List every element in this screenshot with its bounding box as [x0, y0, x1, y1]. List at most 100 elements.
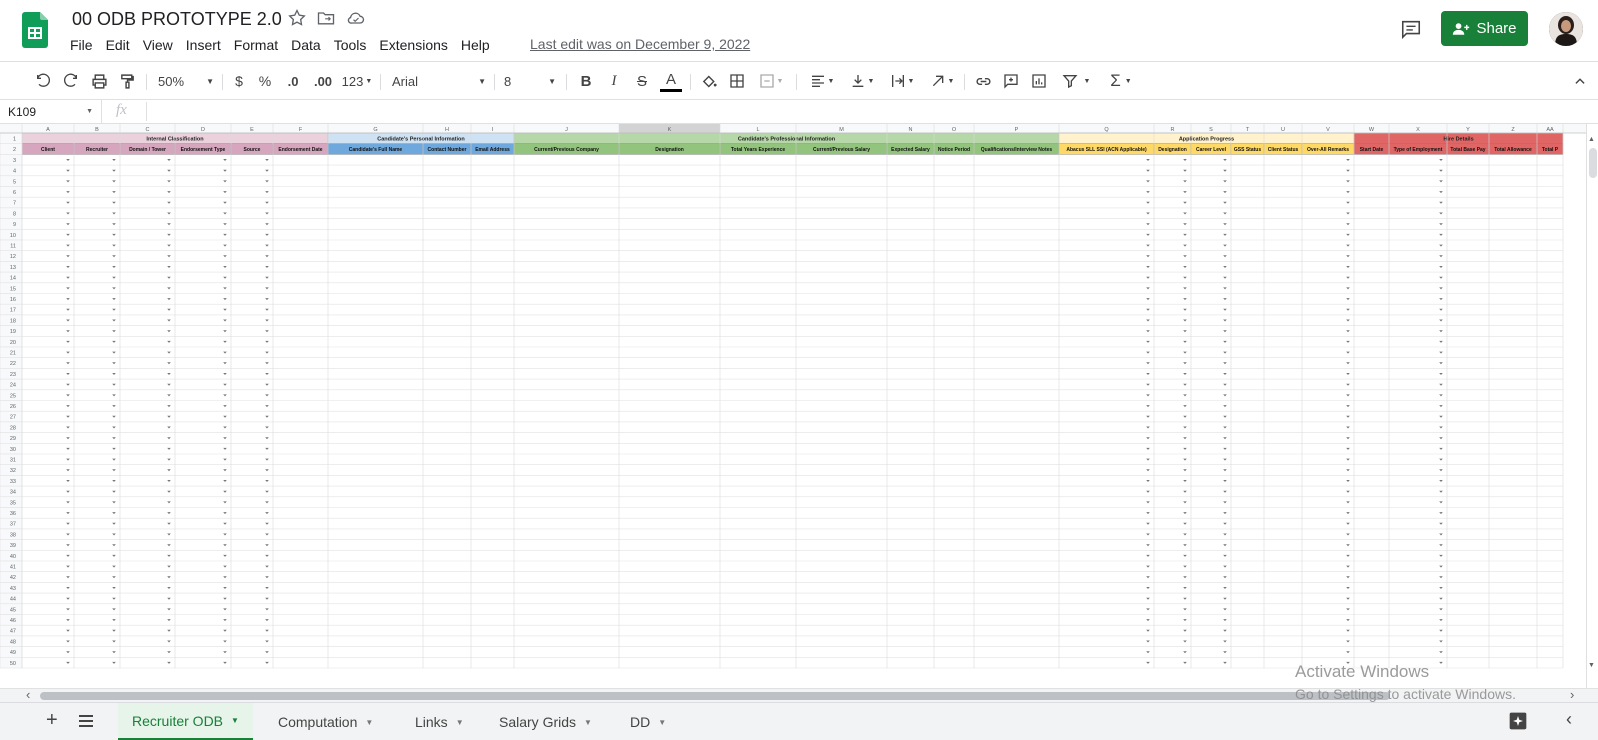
cell-dropdown-icon[interactable]: [1346, 287, 1350, 290]
cell-dropdown-icon[interactable]: [1146, 661, 1150, 664]
cell-dropdown-icon[interactable]: [1346, 437, 1350, 440]
cell-dropdown-icon[interactable]: [1183, 501, 1187, 504]
cell-dropdown-icon[interactable]: [167, 308, 171, 311]
cell-dropdown-icon[interactable]: [1223, 244, 1227, 247]
cell-dropdown-icon[interactable]: [1439, 565, 1443, 568]
cell-dropdown-icon[interactable]: [265, 458, 269, 461]
undo-icon[interactable]: [32, 70, 54, 92]
cell-dropdown-icon[interactable]: [167, 597, 171, 600]
decrease-decimal-button[interactable]: .0: [282, 70, 304, 92]
cell-dropdown-icon[interactable]: [1146, 426, 1150, 429]
strikethrough-icon[interactable]: S: [632, 70, 652, 92]
cell-dropdown-icon[interactable]: [223, 383, 227, 386]
cell-dropdown-icon[interactable]: [1146, 640, 1150, 643]
text-rotation-icon[interactable]: ▼: [926, 70, 958, 92]
cell-dropdown-icon[interactable]: [167, 458, 171, 461]
cell-dropdown-icon[interactable]: [223, 447, 227, 450]
cell-dropdown-icon[interactable]: [1183, 394, 1187, 397]
cell-dropdown-icon[interactable]: [66, 351, 70, 354]
cell-dropdown-icon[interactable]: [66, 373, 70, 375]
cell-dropdown-icon[interactable]: [1223, 554, 1227, 557]
cell-dropdown-icon[interactable]: [112, 255, 116, 258]
cell-dropdown-icon[interactable]: [1146, 191, 1150, 194]
cell-dropdown-icon[interactable]: [66, 362, 70, 365]
cell-dropdown-icon[interactable]: [1439, 629, 1443, 632]
cell-dropdown-icon[interactable]: [1346, 458, 1350, 461]
cell-dropdown-icon[interactable]: [265, 169, 269, 172]
cell-dropdown-icon[interactable]: [1346, 576, 1350, 579]
cell-dropdown-icon[interactable]: [223, 362, 227, 365]
cell-dropdown-icon[interactable]: [167, 576, 171, 579]
cell-dropdown-icon[interactable]: [1223, 169, 1227, 172]
cell-dropdown-icon[interactable]: [66, 651, 70, 654]
cell-dropdown-icon[interactable]: [223, 597, 227, 600]
collapse-toolbar-icon[interactable]: [1570, 70, 1590, 92]
cell-dropdown-icon[interactable]: [1346, 373, 1350, 375]
cell-dropdown-icon[interactable]: [223, 223, 227, 226]
cell-dropdown-icon[interactable]: [1346, 447, 1350, 450]
cell-dropdown-icon[interactable]: [1223, 223, 1227, 226]
cell-dropdown-icon[interactable]: [66, 415, 70, 418]
cell-dropdown-icon[interactable]: [265, 576, 269, 579]
cell-dropdown-icon[interactable]: [1346, 587, 1350, 589]
explore-icon[interactable]: [1508, 711, 1528, 736]
cell-dropdown-icon[interactable]: [1146, 651, 1150, 654]
cell-dropdown-icon[interactable]: [1146, 405, 1150, 408]
cell-dropdown-icon[interactable]: [1346, 554, 1350, 557]
bold-icon[interactable]: B: [576, 70, 596, 92]
cell-dropdown-icon[interactable]: [1439, 351, 1443, 354]
cell-dropdown-icon[interactable]: [112, 587, 116, 589]
cell-dropdown-icon[interactable]: [223, 191, 227, 194]
tab-salary-grids[interactable]: Salary Grids ▼: [485, 703, 606, 740]
cell-dropdown-icon[interactable]: [1183, 554, 1187, 557]
cell-dropdown-icon[interactable]: [66, 244, 70, 247]
cell-dropdown-icon[interactable]: [1183, 340, 1187, 343]
cell-dropdown-icon[interactable]: [223, 169, 227, 172]
cell-dropdown-icon[interactable]: [1183, 319, 1187, 322]
cell-dropdown-icon[interactable]: [1223, 565, 1227, 568]
cell-dropdown-icon[interactable]: [112, 469, 116, 472]
insert-link-icon[interactable]: [972, 70, 994, 92]
cell-dropdown-icon[interactable]: [167, 201, 171, 204]
cell-dropdown-icon[interactable]: [265, 426, 269, 429]
cell-dropdown-icon[interactable]: [1223, 308, 1227, 311]
cell-dropdown-icon[interactable]: [223, 180, 227, 183]
cell-dropdown-icon[interactable]: [167, 640, 171, 643]
cell-dropdown-icon[interactable]: [1183, 191, 1187, 194]
cell-dropdown-icon[interactable]: [1223, 351, 1227, 354]
cell-dropdown-icon[interactable]: [66, 298, 70, 301]
cell-dropdown-icon[interactable]: [66, 159, 70, 161]
cell-dropdown-icon[interactable]: [167, 169, 171, 172]
cell-dropdown-icon[interactable]: [1439, 480, 1443, 482]
cell-dropdown-icon[interactable]: [265, 415, 269, 418]
cell-dropdown-icon[interactable]: [1439, 437, 1443, 440]
cell-dropdown-icon[interactable]: [223, 437, 227, 440]
cell-dropdown-icon[interactable]: [1439, 212, 1443, 215]
cell-dropdown-icon[interactable]: [1223, 180, 1227, 183]
cell-dropdown-icon[interactable]: [1223, 319, 1227, 322]
cell-dropdown-icon[interactable]: [167, 191, 171, 194]
cell-dropdown-icon[interactable]: [1439, 276, 1443, 279]
cell-dropdown-icon[interactable]: [66, 405, 70, 408]
cell-dropdown-icon[interactable]: [223, 512, 227, 515]
row-header[interactable]: [0, 218, 23, 230]
cell-dropdown-icon[interactable]: [112, 169, 116, 172]
cell-dropdown-icon[interactable]: [1439, 169, 1443, 172]
cell-dropdown-icon[interactable]: [112, 287, 116, 290]
cell-dropdown-icon[interactable]: [265, 394, 269, 397]
cell-dropdown-icon[interactable]: [1439, 661, 1443, 664]
cell-dropdown-icon[interactable]: [265, 159, 269, 161]
cell-dropdown-icon[interactable]: [1183, 544, 1187, 547]
column-letter[interactable]: Q: [1104, 127, 1109, 133]
cell-dropdown-icon[interactable]: [112, 394, 116, 397]
cell-dropdown-icon[interactable]: [112, 308, 116, 311]
cell-dropdown-icon[interactable]: [167, 298, 171, 301]
cell-dropdown-icon[interactable]: [1146, 330, 1150, 333]
cell-dropdown-icon[interactable]: [1439, 576, 1443, 579]
row-header[interactable]: [0, 175, 23, 187]
cell-dropdown-icon[interactable]: [223, 480, 227, 482]
cell-dropdown-icon[interactable]: [1439, 394, 1443, 397]
cell-dropdown-icon[interactable]: [265, 223, 269, 226]
cell-dropdown-icon[interactable]: [265, 212, 269, 215]
cell-dropdown-icon[interactable]: [112, 159, 116, 161]
